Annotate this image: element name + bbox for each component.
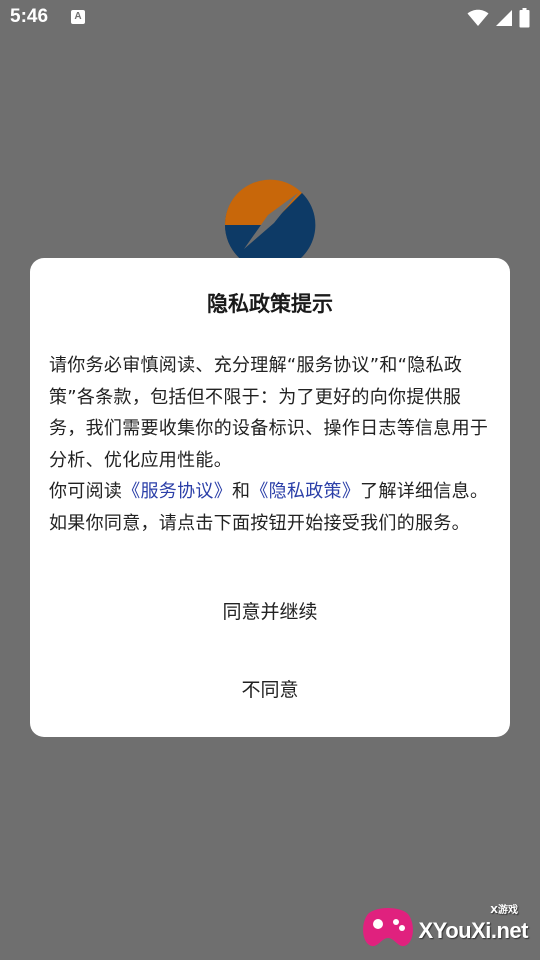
status-time: 5:46 [10, 6, 49, 27]
signal-icon [495, 9, 513, 27]
service-agreement-link[interactable]: 《服务协议》 [122, 481, 232, 502]
screen: 5:46 A 隐私政策提示 请你务必审慎阅读、充分理解“服务协议”和“隐私政策”… [0, 0, 540, 960]
paragraph-2-and: 和 [232, 481, 251, 502]
dialog-title: 隐私政策提示 [207, 292, 333, 316]
paragraph-2-prefix: 你可阅读 [49, 481, 123, 502]
privacy-dialog: 隐私政策提示 请你务必审慎阅读、充分理解“服务协议”和“隐私政策”各条款，包括但… [30, 258, 510, 737]
agree-continue-button[interactable]: 同意并继续 [30, 594, 510, 626]
status-icons [467, 7, 530, 29]
watermark-brand: XYouXi.net [418, 918, 529, 943]
notification-icon: A [71, 10, 85, 24]
watermark-tag: X游戏 [490, 905, 518, 916]
privacy-policy-link[interactable]: 《隐私政策》 [250, 481, 360, 502]
disagree-button[interactable]: 不同意 [30, 672, 510, 704]
watermark: X游戏 XYouXi.net [360, 898, 532, 954]
battery-icon [519, 8, 530, 28]
dialog-paragraph-1: 请你务必审慎阅读、充分理解“服务协议”和“隐私政策”各条款，包括但不限于：为了更… [49, 355, 489, 471]
wifi-icon [467, 9, 489, 27]
dialog-paragraph-2: 你可阅读《服务协议》和《隐私政策》了解详细信息。如果你同意，请点击下面按钮开始接… [49, 476, 494, 539]
gamepad-icon [363, 908, 413, 947]
dialog-body: 请你务必审慎阅读、充分理解“服务协议”和“隐私政策”各条款，包括但不限于：为了更… [49, 350, 494, 539]
status-bar: 5:46 A [0, 0, 540, 36]
